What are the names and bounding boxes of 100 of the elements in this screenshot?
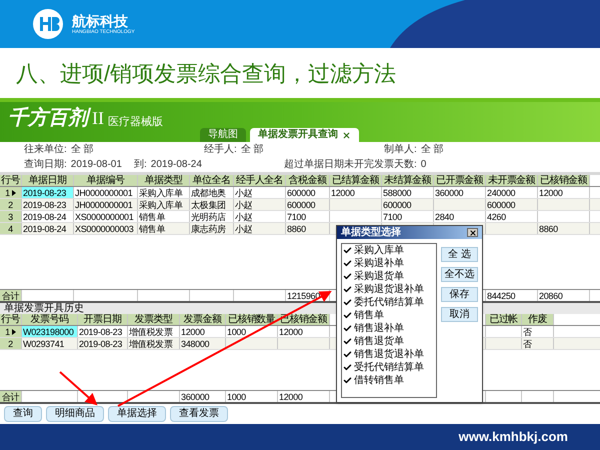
table-cell: 增值税发票	[128, 326, 180, 338]
column-header: 单据类型	[138, 175, 190, 186]
table-cell: 否	[522, 338, 554, 350]
dialog-button[interactable]: 全不选	[441, 267, 478, 282]
pointer-arrow	[59, 371, 98, 406]
checkbox[interactable]	[343, 363, 352, 372]
table-cell: 600000	[286, 199, 330, 210]
table-cell: 600000	[382, 199, 434, 210]
type-label: 采购退货退补单	[354, 284, 424, 296]
table-cell: 2019-08-23	[78, 338, 128, 350]
table-cell: 小赵	[234, 187, 286, 198]
column-header: 行号	[0, 175, 22, 186]
table-cell: 小赵	[234, 211, 286, 222]
slide-title: 八、进项/销项发票综合查询，过滤方法	[16, 60, 396, 88]
type-list-item[interactable]: 采购退货单	[342, 270, 436, 283]
filter-label: 查询日期:	[24, 158, 67, 170]
filter-label: 超过单据日期未开完发票天数:	[284, 158, 417, 170]
filter-value: 全 部	[240, 144, 264, 156]
filter-label: 经手人:	[204, 144, 237, 156]
type-label: 采购退货单	[354, 270, 404, 282]
row-number: 合计	[0, 391, 22, 402]
column-header: 经手人全名	[234, 175, 286, 186]
table-cell: 12000	[180, 326, 226, 338]
table-cell: 2019-08-24	[22, 223, 74, 234]
type-label: 受托代销结算单	[354, 362, 424, 374]
type-list-item[interactable]: 采购退补单	[342, 257, 436, 270]
row-number: 2	[0, 199, 22, 210]
type-list-item[interactable]: 受托代销结算单	[342, 361, 436, 374]
table-cell: 2019-08-23	[22, 187, 74, 198]
type-list-item[interactable]: 销售退货单	[342, 335, 436, 348]
table-cell: 12000	[330, 187, 382, 198]
table-cell: 增值税发票	[128, 338, 180, 350]
column-header: 未开票金额	[486, 175, 538, 186]
close-icon[interactable]	[342, 130, 351, 140]
column-header: 已核销金额	[538, 175, 590, 186]
company-logo-icon	[32, 8, 64, 40]
dialog-button[interactable]: 全 选	[441, 247, 478, 262]
column-header: 作废	[522, 314, 554, 326]
table-cell: 2019-08-24	[22, 211, 74, 222]
checkbox[interactable]	[343, 272, 352, 281]
row-number: 3	[0, 211, 22, 222]
table-cell: W0293741	[22, 338, 78, 350]
column-header: 已核销数量	[226, 314, 278, 326]
column-header: 含税金额	[286, 175, 330, 186]
type-list-item[interactable]: 采购退货退补单	[342, 283, 436, 296]
column-header: 发票类型	[128, 314, 180, 326]
column-header: 发票金额	[180, 314, 226, 326]
checkbox[interactable]	[343, 324, 352, 333]
checkbox[interactable]	[343, 246, 352, 255]
table-cell: 348000	[180, 338, 226, 350]
checkbox[interactable]	[343, 285, 352, 294]
table-cell: 否	[522, 326, 554, 338]
table-cell: 小赵	[234, 223, 286, 234]
checkbox[interactable]	[343, 259, 352, 268]
footer-url: www.kmhbkj.com	[458, 428, 568, 446]
toolbar-button[interactable]: 明细商品	[46, 406, 104, 422]
table-cell: 588000	[382, 187, 434, 198]
filter-value: 0	[420, 158, 426, 170]
table-cell: 光明药店	[190, 211, 234, 222]
column-header: 单据日期	[22, 175, 74, 186]
dialog-button[interactable]: 保存	[441, 287, 478, 302]
toolbar-button[interactable]: 查看发票	[170, 406, 228, 422]
type-list-item[interactable]: 销售退货退补单	[342, 348, 436, 361]
table-cell: 7100	[286, 211, 330, 222]
type-label: 采购退补单	[354, 258, 404, 270]
tab[interactable]: 导航图	[200, 128, 246, 142]
checkbox[interactable]	[343, 350, 352, 359]
table-cell: 2840	[434, 211, 486, 222]
table-cell: 4260	[486, 211, 538, 222]
tab[interactable]: 单据发票开具查询	[250, 128, 359, 142]
column-header: 已结算金额	[330, 175, 382, 186]
brand-name: 航标科技	[72, 12, 128, 28]
table-cell: 采购入库单	[138, 187, 190, 198]
app-edition: 医疗器械版	[108, 115, 163, 130]
row-number: 1	[0, 187, 22, 198]
table-cell: 8860	[538, 223, 590, 234]
type-label: 借转销售单	[354, 374, 404, 386]
type-list-item[interactable]: 借转销售单	[342, 374, 436, 387]
table-cell: JH0000000001	[74, 199, 138, 210]
type-list-item[interactable]: 采购入库单	[342, 244, 436, 257]
type-list-item[interactable]: 销售退补单	[342, 322, 436, 335]
toolbar-button[interactable]: 单据选择	[108, 406, 166, 422]
dialog-button[interactable]: 取消	[441, 307, 478, 322]
filter-label: 往来单位:	[24, 144, 67, 156]
filter-value: 2019-08-24	[150, 158, 202, 170]
table-cell: 销售单	[138, 223, 190, 234]
checkbox[interactable]	[343, 337, 352, 346]
toolbar-button[interactable]: 查询	[4, 406, 42, 422]
table-cell: 600000	[486, 199, 538, 210]
checkbox[interactable]	[343, 376, 352, 385]
checkbox[interactable]	[343, 298, 352, 307]
close-button[interactable]	[467, 228, 478, 237]
table-cell: XS0000000003	[74, 223, 138, 234]
checkbox[interactable]	[343, 311, 352, 320]
logo-mark: II	[92, 107, 104, 130]
table-cell: 小赵	[234, 199, 286, 210]
table-cell: 康志药房	[190, 223, 234, 234]
table-cell: 8860	[286, 223, 330, 234]
type-label: 销售退货单	[354, 336, 404, 348]
table-cell: 采购入库单	[138, 199, 190, 210]
